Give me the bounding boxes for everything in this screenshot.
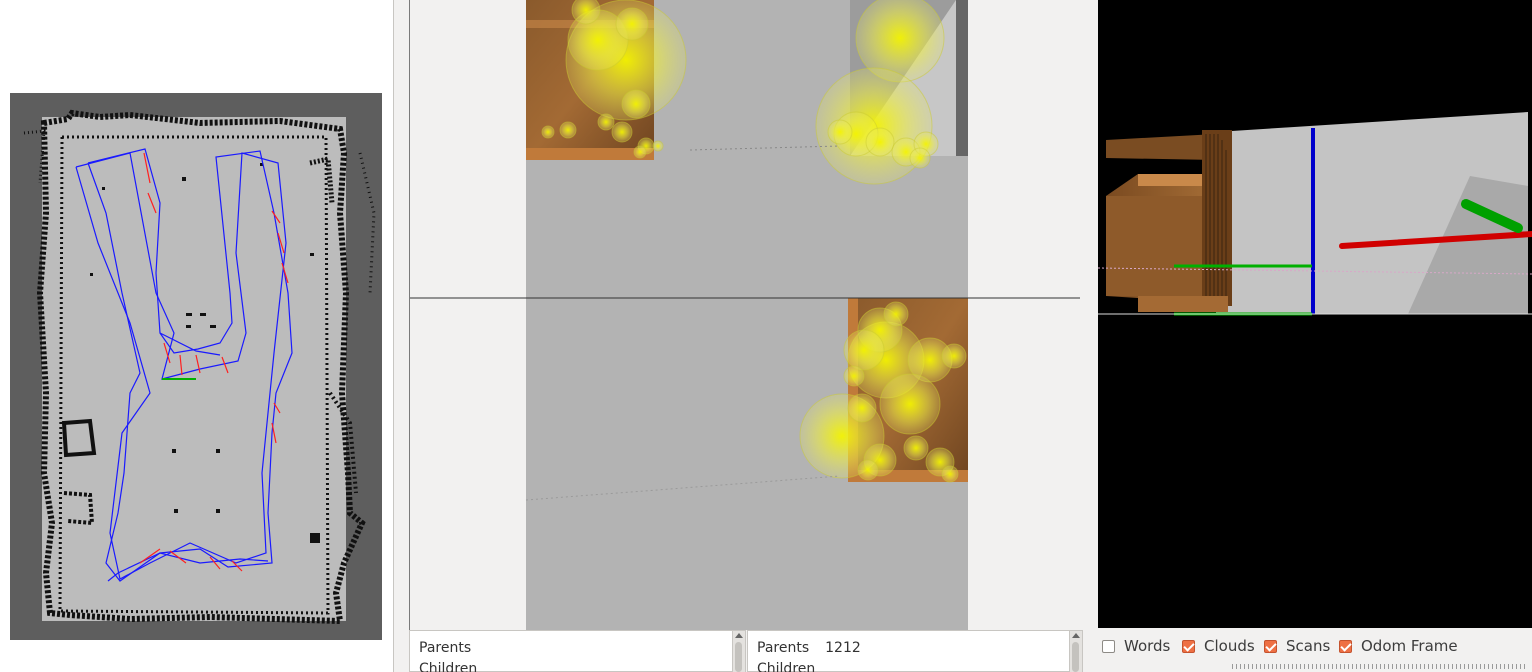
map-free-space: [42, 117, 346, 621]
image-view-panel: Parents Children Parents 1212 Children: [395, 0, 1098, 672]
feature-image-view[interactable]: [409, 0, 1080, 630]
cloud-viewer-panel: Words Clouds Scans Odom Frame: [1098, 0, 1532, 672]
scroll-up-arrow-icon[interactable]: [735, 633, 743, 638]
node-info-right: Parents 1212 Children: [747, 630, 1083, 672]
occupancy-grid-map[interactable]: [10, 93, 382, 640]
children-label: Children: [757, 661, 816, 672]
checkbox-icon[interactable]: [1264, 639, 1277, 653]
view-options-bar: Words Clouds Scans Odom Frame: [1098, 630, 1532, 672]
info-right-scrollbar[interactable]: [1069, 631, 1082, 672]
option-words[interactable]: Words: [1102, 637, 1170, 655]
info-left-scrollbar[interactable]: [732, 631, 745, 672]
option-clouds[interactable]: Clouds: [1182, 637, 1255, 655]
cloud-shelf-object: [1106, 130, 1232, 312]
node-info-left: Parents Children: [409, 630, 746, 672]
scroll-up-arrow-icon[interactable]: [1072, 633, 1080, 638]
scroll-thumb[interactable]: [735, 642, 742, 672]
children-label: Children: [419, 661, 478, 672]
scroll-thumb[interactable]: [1072, 642, 1079, 672]
timeline-slider-ticks[interactable]: [1232, 664, 1528, 669]
option-odom-frame[interactable]: Odom Frame: [1339, 637, 1458, 655]
parents-value: 1212: [825, 640, 861, 656]
parents-label: Parents: [419, 640, 472, 656]
map-panel: [0, 0, 394, 672]
option-scans[interactable]: Scans: [1264, 637, 1330, 655]
checkbox-icon[interactable]: [1102, 639, 1115, 653]
cloud-3d-view[interactable]: [1098, 0, 1532, 628]
parents-label: Parents: [757, 640, 810, 656]
checkbox-icon[interactable]: [1182, 639, 1195, 653]
checkbox-icon[interactable]: [1339, 639, 1352, 653]
